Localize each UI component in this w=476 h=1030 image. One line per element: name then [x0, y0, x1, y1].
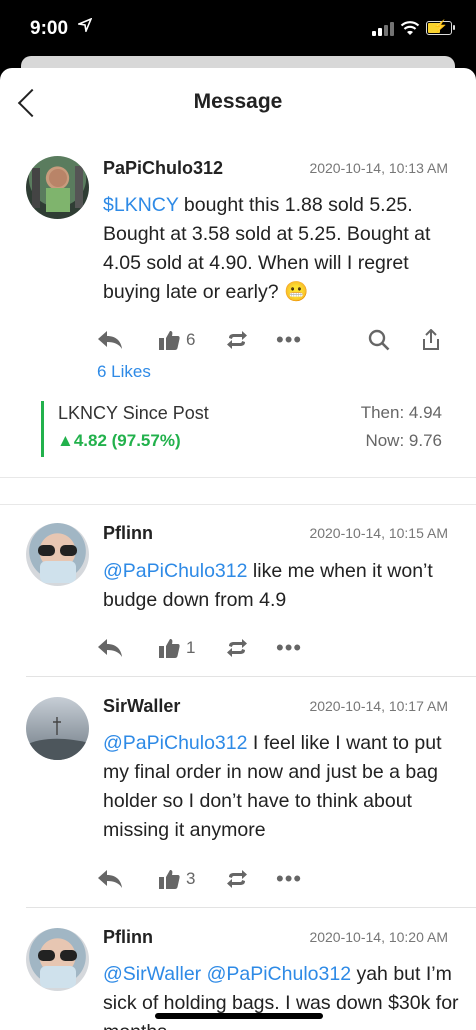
likes-link[interactable]: 6 Likes	[97, 362, 151, 382]
post-actions: 6 •••	[96, 325, 446, 355]
reply-separator	[26, 676, 476, 677]
page-title: Message	[193, 90, 283, 113]
since-post-now: Now: 9.76	[365, 431, 442, 450]
like-button[interactable]: 6	[158, 325, 195, 355]
reply-username[interactable]: Pflinn	[103, 927, 153, 948]
reply-actions: 3 •••	[96, 864, 446, 894]
reshare-icon[interactable]	[226, 633, 248, 663]
thumbs-up-icon	[159, 639, 180, 658]
like-button[interactable]: 3	[158, 864, 195, 894]
more-options-icon[interactable]: •••	[276, 633, 302, 663]
like-count: 6	[186, 330, 196, 349]
reply-username[interactable]: Pflinn	[103, 523, 153, 544]
since-post-change: ▲4.82 (97.57%)	[57, 431, 181, 450]
cellular-signal-icon	[372, 22, 394, 36]
reply-timestamp: 2020-10-14, 10:15 AM	[309, 525, 448, 541]
thumbs-up-icon	[159, 870, 180, 889]
status-time: 9:00	[30, 18, 69, 39]
reply-actions: 1 •••	[96, 633, 446, 663]
ticker-link[interactable]: $LKNCY	[103, 194, 179, 216]
reply-body: @SirWaller @PaPiChulo312 yah but I’m sic…	[103, 960, 463, 1030]
like-button[interactable]: 1	[158, 633, 195, 663]
avatar[interactable]	[26, 156, 89, 219]
location-arrow-icon	[78, 18, 92, 32]
since-post-then: Then: 4.94	[360, 403, 442, 422]
reply-separator	[26, 907, 476, 908]
thumbs-up-icon	[159, 331, 180, 350]
avatar[interactable]	[26, 928, 89, 991]
section-divider	[0, 477, 476, 505]
reply-body: @PaPiChulo312 I feel like I want to put …	[103, 729, 463, 845]
avatar[interactable]	[26, 697, 89, 760]
status-bar: 9:00 ⚡	[0, 0, 476, 56]
share-icon[interactable]	[422, 325, 440, 355]
more-options-icon[interactable]: •••	[276, 325, 302, 355]
reply-icon[interactable]	[96, 633, 124, 663]
nav-header: Message	[0, 68, 476, 138]
reply-icon[interactable]	[96, 864, 124, 894]
more-options-icon[interactable]: •••	[276, 864, 302, 894]
reply-username[interactable]: SirWaller	[103, 696, 180, 717]
reply-body: @PaPiChulo312 like me when it won’t budg…	[103, 557, 463, 615]
mention-link[interactable]: @PaPiChulo312	[103, 732, 247, 754]
avatar[interactable]	[26, 523, 89, 586]
since-post-label: LKNCY Since Post	[58, 403, 209, 423]
reshare-icon[interactable]	[226, 864, 248, 894]
like-count: 3	[186, 869, 196, 888]
reply-timestamp: 2020-10-14, 10:17 AM	[309, 698, 448, 714]
home-indicator[interactable]	[155, 1013, 323, 1019]
post-timestamp: 2020-10-14, 10:13 AM	[309, 160, 448, 176]
like-count: 1	[186, 638, 196, 657]
search-icon[interactable]	[368, 325, 390, 355]
mention-link[interactable]: @SirWaller @PaPiChulo312	[103, 963, 351, 985]
wifi-icon	[400, 21, 420, 35]
post-username[interactable]: PaPiChulo312	[103, 158, 223, 179]
since-post-card[interactable]: LKNCY Since Post ▲4.82 (97.57%) Then: 4.…	[41, 401, 444, 457]
post-body: $LKNCY bought this 1.88 sold 5.25. Bough…	[103, 191, 463, 307]
reshare-icon[interactable]	[226, 325, 248, 355]
message-sheet: Message PaPiChulo312 2020-10-14, 10:13 A…	[0, 68, 476, 1030]
mention-link[interactable]: @PaPiChulo312	[103, 560, 247, 582]
battery-charging-icon: ⚡	[426, 19, 455, 35]
reply-icon[interactable]	[96, 325, 124, 355]
reply-timestamp: 2020-10-14, 10:20 AM	[309, 929, 448, 945]
